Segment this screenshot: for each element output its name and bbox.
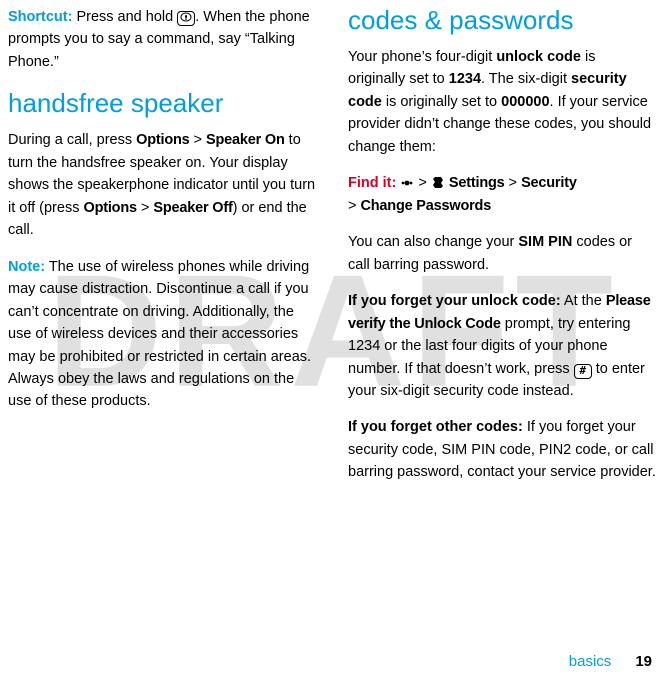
voice-key-icon (177, 11, 195, 26)
codes-unlock-code: unlock code (496, 49, 581, 65)
page-content: Shortcut: Press and hold . When the phon… (0, 0, 666, 498)
findit-gt-1: > (414, 175, 431, 191)
hf-options-2: Options (83, 200, 136, 216)
simpin-a: You can also change your (348, 234, 518, 250)
codes-heading: codes & passwords (348, 6, 656, 36)
simpin-label: SIM PIN (518, 234, 572, 250)
simpin-paragraph: You can also change your SIM PIN codes o… (348, 231, 656, 276)
footer-page-number: 19 (635, 653, 652, 670)
findit-gt-3: > (348, 198, 361, 214)
note-text: The use of wireless phones while driving… (8, 259, 311, 410)
shortcut-text-1: Press and hold (72, 9, 177, 25)
findit-settings: Settings (449, 175, 505, 191)
hf-speaker-off: Speaker Off (153, 200, 232, 216)
forget-unlock-paragraph: If you forget your unlock code: At the P… (348, 290, 656, 402)
hf-speaker-on: Speaker On (206, 132, 285, 148)
hf-text-a: During a call, press (8, 132, 136, 148)
note-paragraph: Note: The use of wireless phones while d… (8, 256, 316, 413)
forget-unlock-a: At the (561, 293, 606, 309)
note-label: Note: (8, 259, 45, 275)
hf-gt-2: > (137, 200, 154, 216)
tools-icon (431, 175, 445, 191)
hash-key-icon: # (574, 364, 592, 379)
handsfree-paragraph: During a call, press Options > Speaker O… (8, 129, 316, 241)
findit-gt-2: > (505, 175, 522, 191)
hf-gt-1: > (190, 132, 207, 148)
handsfree-heading: handsfree speaker (8, 89, 316, 119)
left-column: Shortcut: Press and hold . When the phon… (8, 6, 316, 498)
center-key-icon (400, 175, 414, 191)
shortcut-paragraph: Shortcut: Press and hold . When the phon… (8, 6, 316, 73)
codes-1234: 1234 (449, 71, 481, 87)
codes-p1-c: . The six-digit (481, 71, 571, 87)
codes-intro-paragraph: Your phone’s four-digit unlock code is o… (348, 46, 656, 158)
shortcut-label: Shortcut: (8, 9, 72, 25)
findit-paragraph: Find it: > Settings > Security > Change … (348, 172, 656, 217)
right-column: codes & passwords Your phone’s four-digi… (348, 6, 656, 498)
findit-security: Security (521, 175, 577, 191)
forget-other-label: If you forget other codes: (348, 419, 523, 435)
findit-label: Find it: (348, 175, 396, 191)
forget-unlock-label: If you forget your unlock code: (348, 293, 561, 309)
forget-other-paragraph: If you forget other codes: If you forget… (348, 416, 656, 483)
codes-p1-d: is originally set to (382, 94, 501, 110)
footer-section-label: basics (569, 653, 612, 670)
codes-000000: 000000 (501, 94, 549, 110)
page-footer: basics 19 (569, 653, 652, 670)
findit-change-passwords: Change Passwords (361, 198, 492, 214)
hf-options-1: Options (136, 132, 189, 148)
codes-p1-a: Your phone’s four-digit (348, 49, 496, 65)
